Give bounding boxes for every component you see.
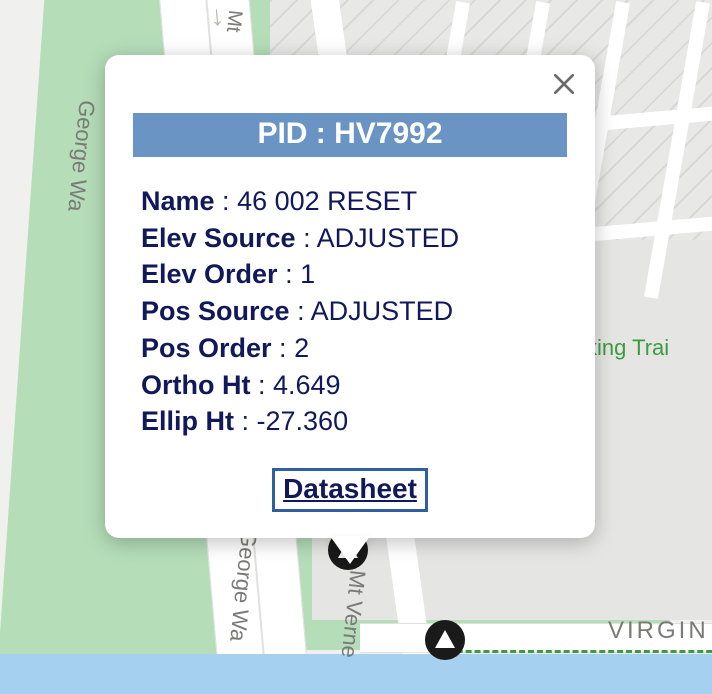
field-value: 4.649: [273, 370, 341, 400]
datasheet-link[interactable]: Datasheet: [272, 468, 428, 512]
field-value: 2: [294, 333, 309, 363]
info-details: Name : 46 002 RESET Elev Source : ADJUST…: [133, 183, 567, 440]
field-key: Elev Source: [141, 223, 296, 253]
field-key: Elev Order: [141, 259, 278, 289]
field-name: Name : 46 002 RESET: [141, 183, 567, 220]
water: [0, 654, 712, 694]
field-key: Ellip Ht: [141, 406, 234, 436]
road-label-mt: Mt: [221, 9, 246, 34]
field-pos-order: Pos Order : 2: [141, 330, 567, 367]
field-value: 1: [300, 259, 315, 289]
close-button[interactable]: [551, 71, 577, 97]
pid-banner: PID : HV7992: [133, 113, 567, 157]
map-viewport[interactable]: ↓ ↑ ↑ George Wa George Wa Mt G Mt Verne …: [0, 0, 712, 694]
field-value: -27.360: [257, 406, 349, 436]
field-elev-order: Elev Order : 1: [141, 256, 567, 293]
pid-value: HV7992: [334, 117, 442, 150]
triangle-icon: [435, 630, 455, 648]
field-key: Ortho Ht: [141, 370, 250, 400]
field-key: Pos Source: [141, 296, 290, 326]
field-ellip-ht: Ellip Ht : -27.360: [141, 403, 567, 440]
survey-marker-secondary[interactable]: [425, 620, 465, 660]
pid-label: PID: [257, 117, 307, 150]
field-elev-source: Elev Source : ADJUSTED: [141, 220, 567, 257]
info-window: PID : HV7992 Name : 46 002 RESET Elev So…: [105, 55, 595, 538]
field-key: Name: [141, 186, 215, 216]
field-key: Pos Order: [141, 333, 272, 363]
close-icon: [551, 71, 577, 97]
field-value: ADJUSTED: [317, 223, 460, 253]
field-pos-source: Pos Source : ADJUSTED: [141, 293, 567, 330]
field-value: 46 002 RESET: [237, 186, 417, 216]
trail-label: king Trai: [586, 335, 669, 361]
field-ortho-ht: Ortho Ht : 4.649: [141, 367, 567, 404]
callout-tail: [330, 536, 370, 564]
trail-line: [430, 650, 712, 653]
area-label-virginia: VIRGIN: [608, 617, 709, 645]
field-value: ADJUSTED: [311, 296, 454, 326]
